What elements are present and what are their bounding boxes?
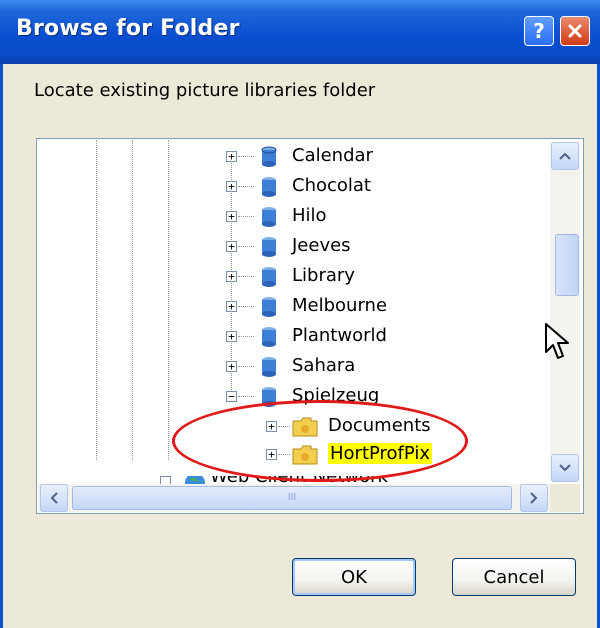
expand-icon[interactable]: +: [226, 361, 237, 372]
instruction-text: Locate existing picture libraries folder: [34, 80, 376, 101]
chevron-right-icon: [530, 492, 538, 504]
title-bar[interactable]: Browse for Folder ?: [0, 0, 600, 64]
tree-connector: [238, 396, 254, 397]
tree-connector: [238, 306, 254, 307]
chevron-down-icon: [559, 464, 571, 472]
expand-icon[interactable]: +: [226, 301, 237, 312]
chevron-left-icon: [50, 492, 58, 504]
tree-item[interactable]: + Hilo: [0, 202, 520, 232]
vertical-scrollbar[interactable]: [550, 142, 580, 482]
expand-icon[interactable]: +: [226, 271, 237, 282]
scroll-right-button[interactable]: [520, 484, 548, 512]
scroll-down-button[interactable]: [551, 454, 579, 482]
mouse-cursor-icon: [545, 323, 569, 359]
library-icon: [262, 327, 276, 347]
tree-item-label: Sahara: [292, 355, 356, 376]
tree-item-label: Plantworld: [292, 325, 387, 346]
ok-button[interactable]: OK: [292, 558, 416, 596]
help-icon: ?: [533, 19, 545, 43]
expand-icon[interactable]: +: [226, 331, 237, 342]
tree-connector: [238, 336, 254, 337]
tree-item[interactable]: + Jeeves: [0, 232, 520, 262]
collapse-icon[interactable]: −: [226, 391, 237, 402]
vertical-scroll-thumb[interactable]: [555, 234, 579, 296]
expand-icon[interactable]: +: [226, 181, 237, 192]
tree-item[interactable]: + Library: [0, 262, 520, 292]
tree-connector: [238, 156, 254, 157]
tree-connector: [238, 216, 254, 217]
close-icon: [568, 24, 582, 38]
tree-item[interactable]: + Calendar: [0, 142, 520, 172]
expand-icon[interactable]: +: [226, 151, 237, 162]
tree-item-label: Chocolat: [292, 175, 371, 196]
tree-item[interactable]: + Melbourne: [0, 292, 520, 322]
library-icon: [262, 267, 276, 287]
tree-connector: [238, 366, 254, 367]
tree-item-label: Jeeves: [292, 235, 351, 256]
scroll-grip: III: [287, 492, 297, 503]
horizontal-scroll-thumb[interactable]: III: [72, 486, 512, 510]
help-button[interactable]: ?: [524, 16, 554, 46]
tree-item[interactable]: + Sahara: [0, 352, 520, 382]
library-icon: [261, 146, 277, 167]
expand-icon[interactable]: +: [226, 211, 237, 222]
tree-connector: [238, 276, 254, 277]
tree-item-label: Calendar: [292, 145, 373, 166]
library-icon: [262, 357, 276, 377]
library-icon: [262, 177, 276, 197]
library-icon: [262, 297, 276, 317]
tree-connector: [238, 186, 254, 187]
tree-item-label: Hilo: [292, 205, 327, 226]
annotation-ellipse: [172, 400, 468, 482]
chevron-up-icon: [559, 152, 571, 160]
scroll-up-button[interactable]: [551, 142, 579, 170]
library-icon: [262, 237, 276, 257]
tree-item[interactable]: + Chocolat: [0, 172, 520, 202]
tree-connector: [238, 246, 254, 247]
library-icon: [262, 207, 276, 227]
scrollbar-corner: [550, 484, 580, 512]
scroll-left-button[interactable]: [40, 484, 68, 512]
tree-item-label: Melbourne: [292, 295, 388, 316]
expand-icon[interactable]: +: [226, 241, 237, 252]
tree-item-label: Library: [292, 265, 355, 286]
tree-item[interactable]: + Plantworld: [0, 322, 520, 352]
cancel-button[interactable]: Cancel: [452, 558, 576, 596]
close-button[interactable]: [560, 16, 590, 46]
window-title: Browse for Folder: [16, 16, 240, 41]
